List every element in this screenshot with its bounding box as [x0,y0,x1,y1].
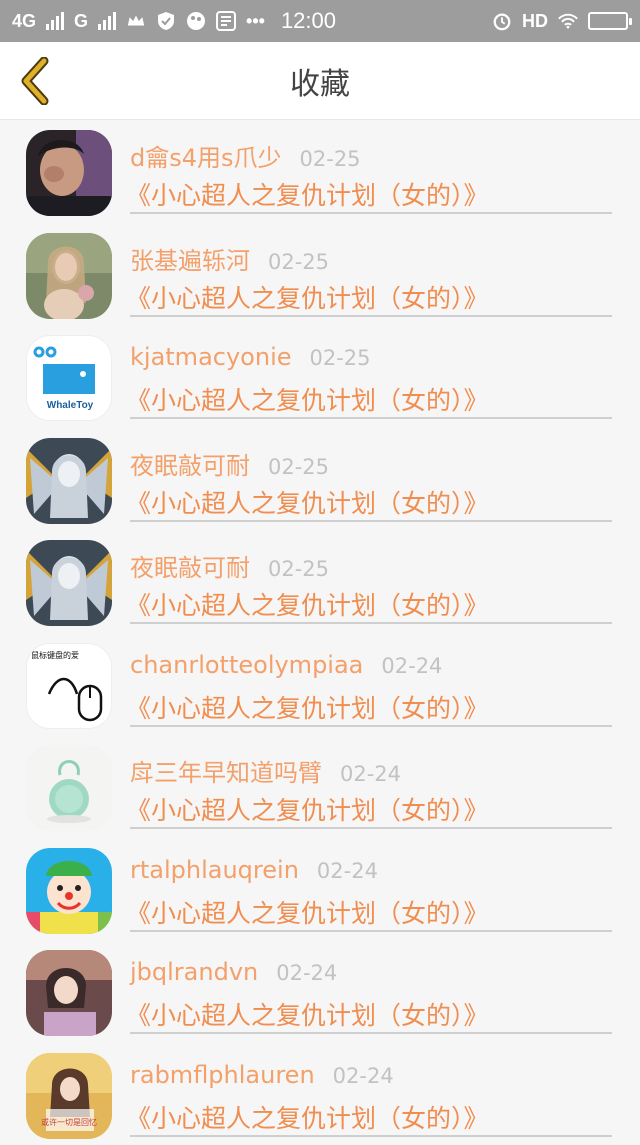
battery-icon [588,12,628,30]
girl-photo-icon [26,233,112,319]
network-4g-label: 4G [12,11,36,32]
item-content: 夜眠敲可耐 02-25 《小心超人之复仇计划（女的）》 [130,438,612,522]
item-date: 02-24 [340,762,401,786]
woman-photo-icon: 或许一切是回忆 [26,1053,112,1139]
item-date: 02-24 [317,859,378,883]
avatar[interactable] [26,438,112,524]
item-content: d龠s4用s爪少 02-25 《小心超人之复仇计划（女的）》 [130,130,612,214]
clock: 12:00 [281,8,336,34]
user-name[interactable]: 戽三年早知道吗臂 [130,753,322,788]
alarm-icon [492,11,512,31]
item-topic[interactable]: 《小心超人之复仇计划（女的）》 [126,586,489,622]
list-item[interactable]: rtalphlauqrein 02-24 《小心超人之复仇计划（女的）》 [0,838,640,941]
signal-icon-2 [98,12,116,30]
nav-header: 收藏 [0,42,640,120]
item-content: rtalphlauqrein 02-24 《小心超人之复仇计划（女的）》 [130,848,612,932]
wifi-icon [558,11,578,31]
app-icon [216,11,236,31]
item-topic[interactable]: 《小心超人之复仇计划（女的）》 [126,484,489,520]
user-name[interactable]: 夜眠敲可耐 [130,548,250,583]
hd-label: HD [522,11,548,32]
user-name[interactable]: chanrlotteolympiaa [130,651,363,679]
mouse-drawing-icon: 鼠标键盘的爱 [27,644,112,729]
list-item[interactable]: d龠s4用s爪少 02-25 《小心超人之复仇计划（女的）》 [0,120,640,223]
more-icon: ••• [246,11,265,32]
angel-art-icon [26,438,112,524]
green-bag-icon [26,745,112,831]
list-item[interactable]: 张基遍轹河 02-25 《小心超人之复仇计划（女的）》 [0,223,640,326]
item-content: rabmflphlauren 02-24 《小心超人之复仇计划（女的）》 [130,1053,612,1137]
whaletoy-logo-icon: WhaleToy [27,336,112,421]
item-topic[interactable]: 《小心超人之复仇计划（女的）》 [126,1099,489,1135]
avatar[interactable] [26,848,112,934]
avatar-text: 或许一切是回忆 [41,1117,97,1127]
item-topic[interactable]: 《小心超人之复仇计划（女的）》 [126,689,489,725]
clown-art-icon [26,848,112,934]
item-date: 02-25 [268,455,329,479]
crown-icon [126,11,146,31]
item-date: 02-24 [381,654,442,678]
avatar[interactable] [26,233,112,319]
item-content: kjatmacyonie 02-25 《小心超人之复仇计划（女的）》 [130,335,612,419]
angel-art-icon [26,540,112,626]
item-topic[interactable]: 《小心超人之复仇计划（女的）》 [126,791,489,827]
item-date: 02-24 [333,1064,394,1088]
item-date: 02-25 [300,147,361,171]
avatar[interactable] [26,745,112,831]
item-content: jbqlrandvn 02-24 《小心超人之复仇计划（女的）》 [130,950,612,1034]
avatar-text: 鼠标键盘的爱 [31,650,79,660]
item-content: 张基遍轹河 02-25 《小心超人之复仇计划（女的）》 [130,233,612,317]
list-item[interactable]: 或许一切是回忆 rabmflphlauren 02-24 《小心超人之复仇计划（… [0,1043,640,1145]
list-item[interactable]: 鼠标键盘的爱 chanrlotteolympiaa 02-24 《小心超人之复仇… [0,633,640,736]
item-topic[interactable]: 《小心超人之复仇计划（女的）》 [126,894,489,930]
avatar-text: WhaleToy [47,400,94,411]
shield-icon [156,11,176,31]
item-content: 夜眠敲可耐 02-25 《小心超人之复仇计划（女的）》 [130,540,612,624]
page-title: 收藏 [0,42,640,120]
list-item[interactable]: WhaleToy kjatmacyonie 02-25 《小心超人之复仇计划（女… [0,325,640,428]
item-topic[interactable]: 《小心超人之复仇计划（女的）》 [126,381,489,417]
favorites-list: d龠s4用s爪少 02-25 《小心超人之复仇计划（女的）》 张基遍轹河 02-… [0,120,640,1145]
list-item[interactable]: 夜眠敲可耐 02-25 《小心超人之复仇计划（女的）》 [0,530,640,633]
avatar[interactable]: WhaleToy [26,335,112,421]
avatar[interactable] [26,540,112,626]
user-name[interactable]: kjatmacyonie [130,343,292,371]
avatar[interactable] [26,950,112,1036]
network-g-label: G [74,11,88,32]
list-item[interactable]: jbqlrandvn 02-24 《小心超人之复仇计划（女的）》 [0,940,640,1043]
status-bar: 4G G ••• 12:00 HD [0,0,640,42]
boy-photo-icon [26,130,112,216]
item-date: 02-25 [268,557,329,581]
item-date: 02-24 [276,961,337,985]
list-item[interactable]: 戽三年早知道吗臂 02-24 《小心超人之复仇计划（女的）》 [0,735,640,838]
item-topic[interactable]: 《小心超人之复仇计划（女的）》 [126,176,489,212]
item-topic[interactable]: 《小心超人之复仇计划（女的）》 [126,996,489,1032]
user-name[interactable]: jbqlrandvn [130,958,258,986]
list-item[interactable]: 夜眠敲可耐 02-25 《小心超人之复仇计划（女的）》 [0,428,640,531]
avatar[interactable]: 鼠标键盘的爱 [26,643,112,729]
user-name[interactable]: rtalphlauqrein [130,856,299,884]
signal-icon [46,12,64,30]
item-topic[interactable]: 《小心超人之复仇计划（女的）》 [126,279,489,315]
user-name[interactable]: d龠s4用s爪少 [130,138,282,173]
paint-icon [186,11,206,31]
item-date: 02-25 [268,250,329,274]
item-content: chanrlotteolympiaa 02-24 《小心超人之复仇计划（女的）》 [130,643,612,727]
item-content: 戽三年早知道吗臂 02-24 《小心超人之复仇计划（女的）》 [130,745,612,829]
avatar[interactable]: 或许一切是回忆 [26,1053,112,1139]
avatar[interactable] [26,130,112,216]
status-left: 4G G ••• 12:00 [12,8,336,34]
girl-photo-2-icon [26,950,112,1036]
item-date: 02-25 [310,346,371,370]
user-name[interactable]: 夜眠敲可耐 [130,446,250,481]
user-name[interactable]: rabmflphlauren [130,1061,315,1089]
user-name[interactable]: 张基遍轹河 [130,241,250,276]
status-right: HD [492,11,628,32]
